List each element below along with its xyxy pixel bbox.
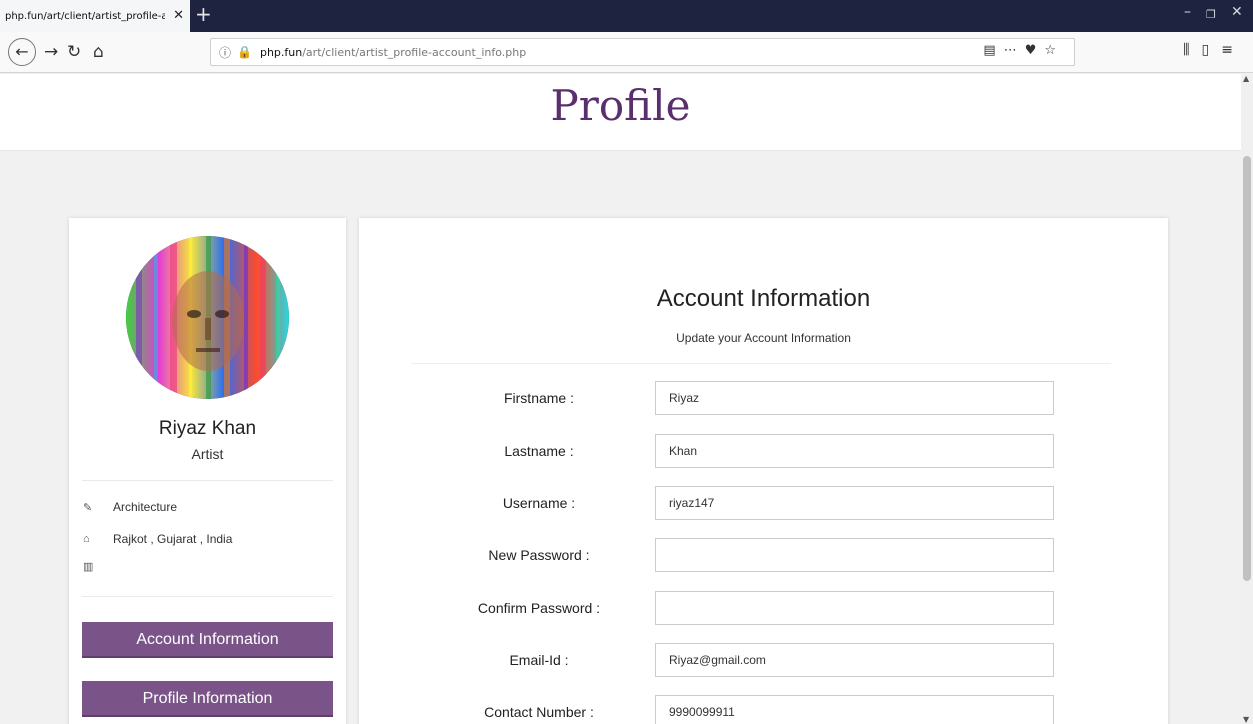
extra-row: ▥ — [83, 560, 113, 573]
page-header: Profile — [0, 74, 1241, 151]
bookmark-star-icon[interactable]: ☆ — [1044, 43, 1064, 58]
username-label: Username : — [502, 495, 576, 511]
library-icon[interactable]: ⫼ — [1183, 42, 1201, 58]
confirm-password-row: Confirm Password : — [359, 591, 1168, 625]
window-close-icon[interactable]: ✕ — [1231, 4, 1243, 20]
forward-icon[interactable]: → — [44, 40, 58, 64]
lastname-label: Lastname : — [504, 443, 574, 459]
new-password-input[interactable] — [655, 538, 1054, 572]
sidebar-icon[interactable]: ▯ — [1202, 42, 1222, 58]
email-label: Email-Id : — [509, 652, 569, 668]
profile-information-button[interactable]: Profile Information — [82, 681, 333, 717]
site-info-icon[interactable]: ⓘ — [219, 44, 231, 61]
page-actions-icon[interactable]: ⋯ — [1004, 43, 1025, 58]
artist-role: Artist — [191, 446, 224, 462]
menu-icon[interactable]: ≡ — [1221, 42, 1245, 58]
firstname-input[interactable] — [655, 381, 1054, 415]
url-domain: php.fun — [259, 45, 303, 59]
back-icon[interactable]: ← — [8, 38, 36, 66]
url-path: /art/client/artist_profile-account_info.… — [302, 45, 527, 59]
page-viewport: Profile Riyaz Khan Artist ✎ Architecture… — [0, 74, 1241, 724]
new-password-label: New Password : — [488, 547, 590, 563]
contact-number-label: Contact Number : — [484, 704, 594, 720]
page-scrollbar[interactable]: ▲ ▼ — [1241, 74, 1253, 724]
username-input[interactable] — [655, 486, 1054, 520]
browser-nav-bar: ← → ↻ ⌂ ⓘ 🔒 php.fun/art/client/artist_pr… — [0, 32, 1253, 73]
email-row: Email-Id : — [359, 643, 1168, 677]
section-subtitle: Update your Account Information — [676, 331, 851, 345]
category-row: ✎ Architecture — [83, 500, 177, 514]
account-form-card: Account Information Update your Account … — [359, 218, 1168, 724]
restore-icon[interactable]: ❐ — [1206, 8, 1216, 21]
contact-number-row: Contact Number : — [359, 695, 1168, 724]
firstname-label: Firstname : — [503, 390, 574, 406]
new-password-row: New Password : — [359, 538, 1168, 572]
location-text: Rajkot , Gujarat , India — [113, 532, 233, 546]
reload-icon[interactable]: ↻ — [67, 40, 81, 64]
building-icon: ▥ — [83, 561, 94, 573]
browser-tab-active[interactable]: php.fun/art/client/artist_profile-acc ✕ — [0, 0, 190, 32]
tab-title: php.fun/art/client/artist_profile-acc — [5, 10, 165, 22]
lastname-row: Lastname : — [359, 434, 1168, 468]
tab-close-icon[interactable]: ✕ — [173, 8, 184, 23]
scroll-down-icon[interactable]: ▼ — [1243, 715, 1249, 724]
scroll-up-icon[interactable]: ▲ — [1243, 74, 1249, 83]
insecure-lock-icon[interactable]: 🔒 — [237, 45, 252, 59]
reader-view-icon[interactable]: ▤ — [983, 43, 1003, 58]
section-title: Account Information — [656, 285, 871, 312]
firstname-row: Firstname : — [359, 381, 1168, 415]
new-tab-icon[interactable]: + — [195, 2, 212, 26]
lastname-input[interactable] — [655, 434, 1054, 468]
username-row: Username : — [359, 486, 1168, 520]
page-title: Profile — [550, 81, 691, 130]
scroll-thumb[interactable] — [1243, 156, 1251, 581]
pencil-icon: ✎ — [83, 501, 93, 514]
confirm-password-label: Confirm Password : — [477, 600, 601, 616]
divider — [411, 363, 1111, 364]
confirm-password-input[interactable] — [655, 591, 1054, 625]
home-icon: ⌂ — [83, 533, 90, 545]
contact-number-input[interactable] — [655, 695, 1054, 724]
account-information-button[interactable]: Account Information — [82, 622, 333, 658]
divider — [82, 596, 333, 597]
home-icon[interactable]: ⌂ — [93, 40, 104, 64]
divider — [82, 480, 333, 481]
address-bar[interactable]: ⓘ 🔒 php.fun/art/client/artist_profile-ac… — [210, 38, 1075, 66]
artist-name: Riyaz Khan — [158, 418, 257, 439]
email-input[interactable] — [655, 643, 1054, 677]
location-row: ⌂ Rajkot , Gujarat , India — [83, 532, 232, 546]
avatar — [126, 236, 289, 399]
browser-tab-bar: php.fun/art/client/artist_profile-acc ✕ … — [0, 0, 1253, 32]
profile-card: Riyaz Khan Artist ✎ Architecture ⌂ Rajko… — [69, 218, 346, 724]
minimize-icon[interactable]: – — [1184, 4, 1191, 20]
pocket-icon[interactable]: ♥ — [1025, 43, 1045, 58]
category-text: Architecture — [113, 500, 178, 514]
